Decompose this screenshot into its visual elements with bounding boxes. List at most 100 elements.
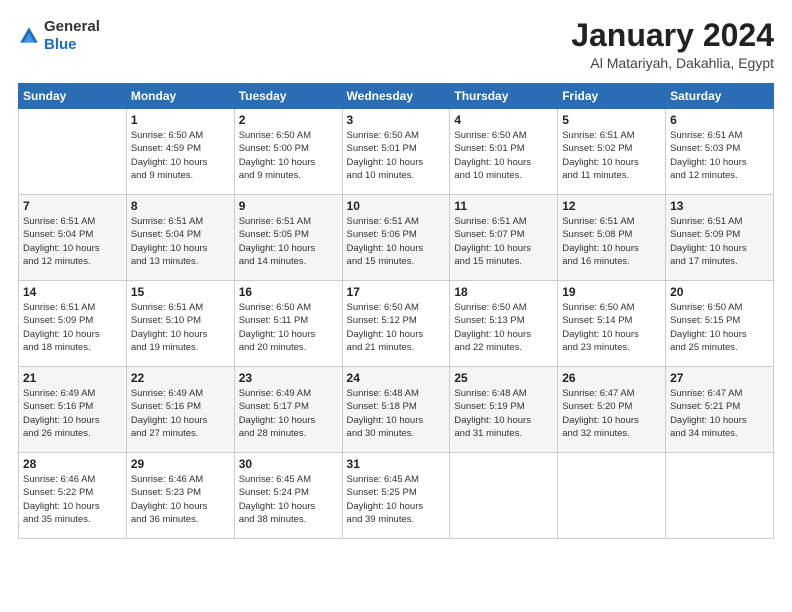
table-row: 26 Sunrise: 6:47 AM Sunset: 5:20 PM Dayli… bbox=[558, 367, 666, 453]
table-row: 16 Sunrise: 6:50 AM Sunset: 5:11 PM Dayli… bbox=[234, 281, 342, 367]
header: General Blue January 2024 Al Matariyah, … bbox=[18, 18, 774, 71]
day-info: Sunrise: 6:50 AM Sunset: 4:59 PM Dayligh… bbox=[131, 129, 230, 182]
header-saturday: Saturday bbox=[666, 84, 774, 109]
day-number: 23 bbox=[239, 371, 338, 385]
logo-general: General bbox=[44, 18, 100, 36]
day-info: Sunrise: 6:46 AM Sunset: 5:22 PM Dayligh… bbox=[23, 473, 122, 526]
day-info: Sunrise: 6:50 AM Sunset: 5:12 PM Dayligh… bbox=[347, 301, 446, 354]
table-row: 17 Sunrise: 6:50 AM Sunset: 5:12 PM Dayli… bbox=[342, 281, 450, 367]
header-sunday: Sunday bbox=[19, 84, 127, 109]
day-number: 2 bbox=[239, 113, 338, 127]
table-row bbox=[558, 453, 666, 539]
day-number: 4 bbox=[454, 113, 553, 127]
day-number: 21 bbox=[23, 371, 122, 385]
title-block: January 2024 Al Matariyah, Dakahlia, Egy… bbox=[571, 18, 774, 71]
table-row: 21Sunrise: 6:49 AM Sunset: 5:16 PM Dayli… bbox=[19, 367, 127, 453]
day-number: 9 bbox=[239, 199, 338, 213]
day-number: 16 bbox=[239, 285, 338, 299]
table-row: 2 Sunrise: 6:50 AM Sunset: 5:00 PM Daylig… bbox=[234, 109, 342, 195]
day-number: 22 bbox=[131, 371, 230, 385]
calendar-week-row: 1 Sunrise: 6:50 AM Sunset: 4:59 PM Daylig… bbox=[19, 109, 774, 195]
day-number: 1 bbox=[131, 113, 230, 127]
header-wednesday: Wednesday bbox=[342, 84, 450, 109]
day-number: 19 bbox=[562, 285, 661, 299]
calendar-week-row: 7 Sunrise: 6:51 AM Sunset: 5:04 PM Daylig… bbox=[19, 195, 774, 281]
day-info: Sunrise: 6:49 AM Sunset: 5:17 PM Dayligh… bbox=[239, 387, 338, 440]
table-row: 25 Sunrise: 6:48 AM Sunset: 5:19 PM Dayli… bbox=[450, 367, 558, 453]
table-row: 23 Sunrise: 6:49 AM Sunset: 5:17 PM Dayli… bbox=[234, 367, 342, 453]
calendar-subtitle: Al Matariyah, Dakahlia, Egypt bbox=[571, 55, 774, 71]
day-number: 15 bbox=[131, 285, 230, 299]
day-info: Sunrise: 6:50 AM Sunset: 5:01 PM Dayligh… bbox=[347, 129, 446, 182]
day-info: Sunrise: 6:50 AM Sunset: 5:15 PM Dayligh… bbox=[670, 301, 769, 354]
table-row: 27Sunrise: 6:47 AM Sunset: 5:21 PM Dayli… bbox=[666, 367, 774, 453]
table-row: 28 Sunrise: 6:46 AM Sunset: 5:22 PM Dayli… bbox=[19, 453, 127, 539]
calendar-title: January 2024 bbox=[571, 18, 774, 53]
table-row: 7 Sunrise: 6:51 AM Sunset: 5:04 PM Daylig… bbox=[19, 195, 127, 281]
table-row: 20 Sunrise: 6:50 AM Sunset: 5:15 PM Dayli… bbox=[666, 281, 774, 367]
table-row bbox=[19, 109, 127, 195]
day-info: Sunrise: 6:46 AM Sunset: 5:23 PM Dayligh… bbox=[131, 473, 230, 526]
day-info: Sunrise: 6:50 AM Sunset: 5:00 PM Dayligh… bbox=[239, 129, 338, 182]
day-info: Sunrise: 6:51 AM Sunset: 5:03 PM Dayligh… bbox=[670, 129, 769, 182]
header-thursday: Thursday bbox=[450, 84, 558, 109]
day-number: 14 bbox=[23, 285, 122, 299]
day-info: Sunrise: 6:45 AM Sunset: 5:25 PM Dayligh… bbox=[347, 473, 446, 526]
day-number: 3 bbox=[347, 113, 446, 127]
day-number: 12 bbox=[562, 199, 661, 213]
table-row: 11Sunrise: 6:51 AM Sunset: 5:07 PM Dayli… bbox=[450, 195, 558, 281]
day-number: 20 bbox=[670, 285, 769, 299]
table-row: 4 Sunrise: 6:50 AM Sunset: 5:01 PM Daylig… bbox=[450, 109, 558, 195]
logo-icon bbox=[18, 25, 40, 47]
logo-blue: Blue bbox=[44, 36, 100, 54]
table-row: 31 Sunrise: 6:45 AM Sunset: 5:25 PM Dayli… bbox=[342, 453, 450, 539]
table-row: 15 Sunrise: 6:51 AM Sunset: 5:10 PM Dayli… bbox=[126, 281, 234, 367]
day-number: 27 bbox=[670, 371, 769, 385]
table-row: 1 Sunrise: 6:50 AM Sunset: 4:59 PM Daylig… bbox=[126, 109, 234, 195]
table-row: 5 Sunrise: 6:51 AM Sunset: 5:02 PM Daylig… bbox=[558, 109, 666, 195]
day-info: Sunrise: 6:51 AM Sunset: 5:06 PM Dayligh… bbox=[347, 215, 446, 268]
day-info: Sunrise: 6:50 AM Sunset: 5:01 PM Dayligh… bbox=[454, 129, 553, 182]
day-number: 17 bbox=[347, 285, 446, 299]
table-row: 22 Sunrise: 6:49 AM Sunset: 5:16 PM Dayli… bbox=[126, 367, 234, 453]
calendar-week-row: 28 Sunrise: 6:46 AM Sunset: 5:22 PM Dayli… bbox=[19, 453, 774, 539]
table-row: 13 Sunrise: 6:51 AM Sunset: 5:09 PM Dayli… bbox=[666, 195, 774, 281]
day-info: Sunrise: 6:51 AM Sunset: 5:09 PM Dayligh… bbox=[23, 301, 122, 354]
day-info: Sunrise: 6:51 AM Sunset: 5:08 PM Dayligh… bbox=[562, 215, 661, 268]
calendar-table: Sunday Monday Tuesday Wednesday Thursday… bbox=[18, 83, 774, 539]
day-number: 28 bbox=[23, 457, 122, 471]
day-info: Sunrise: 6:51 AM Sunset: 5:04 PM Dayligh… bbox=[131, 215, 230, 268]
day-number: 6 bbox=[670, 113, 769, 127]
table-row: 9 Sunrise: 6:51 AM Sunset: 5:05 PM Daylig… bbox=[234, 195, 342, 281]
table-row bbox=[666, 453, 774, 539]
day-number: 18 bbox=[454, 285, 553, 299]
day-info: Sunrise: 6:51 AM Sunset: 5:07 PM Dayligh… bbox=[454, 215, 553, 268]
table-row: 14 Sunrise: 6:51 AM Sunset: 5:09 PM Dayli… bbox=[19, 281, 127, 367]
day-info: Sunrise: 6:51 AM Sunset: 5:09 PM Dayligh… bbox=[670, 215, 769, 268]
day-number: 13 bbox=[670, 199, 769, 213]
day-info: Sunrise: 6:51 AM Sunset: 5:10 PM Dayligh… bbox=[131, 301, 230, 354]
day-info: Sunrise: 6:49 AM Sunset: 5:16 PM Dayligh… bbox=[131, 387, 230, 440]
table-row: 29Sunrise: 6:46 AM Sunset: 5:23 PM Dayli… bbox=[126, 453, 234, 539]
day-info: Sunrise: 6:51 AM Sunset: 5:02 PM Dayligh… bbox=[562, 129, 661, 182]
day-info: Sunrise: 6:51 AM Sunset: 5:05 PM Dayligh… bbox=[239, 215, 338, 268]
table-row: 19Sunrise: 6:50 AM Sunset: 5:14 PM Dayli… bbox=[558, 281, 666, 367]
day-info: Sunrise: 6:51 AM Sunset: 5:04 PM Dayligh… bbox=[23, 215, 122, 268]
day-info: Sunrise: 6:47 AM Sunset: 5:20 PM Dayligh… bbox=[562, 387, 661, 440]
weekday-header-row: Sunday Monday Tuesday Wednesday Thursday… bbox=[19, 84, 774, 109]
header-monday: Monday bbox=[126, 84, 234, 109]
logo: General Blue bbox=[18, 18, 100, 54]
table-row: 10Sunrise: 6:51 AM Sunset: 5:06 PM Dayli… bbox=[342, 195, 450, 281]
day-info: Sunrise: 6:50 AM Sunset: 5:11 PM Dayligh… bbox=[239, 301, 338, 354]
day-info: Sunrise: 6:48 AM Sunset: 5:19 PM Dayligh… bbox=[454, 387, 553, 440]
day-number: 26 bbox=[562, 371, 661, 385]
calendar-week-row: 14 Sunrise: 6:51 AM Sunset: 5:09 PM Dayli… bbox=[19, 281, 774, 367]
day-info: Sunrise: 6:48 AM Sunset: 5:18 PM Dayligh… bbox=[347, 387, 446, 440]
day-number: 31 bbox=[347, 457, 446, 471]
header-tuesday: Tuesday bbox=[234, 84, 342, 109]
day-number: 25 bbox=[454, 371, 553, 385]
page-container: General Blue January 2024 Al Matariyah, … bbox=[0, 0, 792, 549]
day-number: 7 bbox=[23, 199, 122, 213]
day-number: 5 bbox=[562, 113, 661, 127]
table-row: 8Sunrise: 6:51 AM Sunset: 5:04 PM Daylig… bbox=[126, 195, 234, 281]
